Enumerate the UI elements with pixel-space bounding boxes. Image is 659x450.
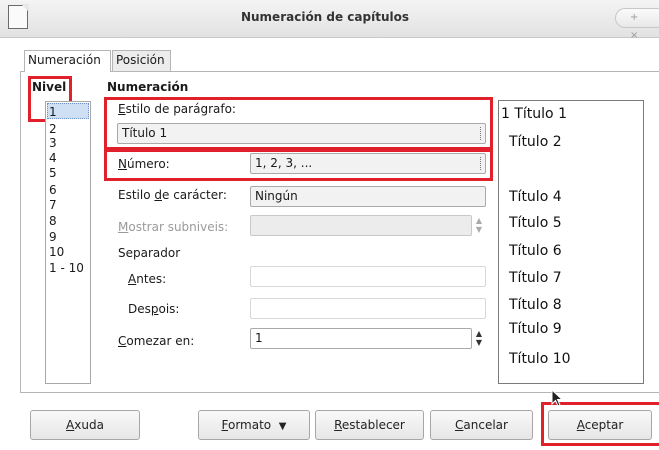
axuda-button[interactable]: Axuda <box>30 410 140 440</box>
nivel-listbox[interactable]: 1 2 3 4 5 6 7 8 9 10 1 - 10 <box>45 101 91 384</box>
comezar-en-spinfield[interactable]: 1 <box>250 328 472 349</box>
nivel-item-8[interactable]: 8 <box>49 215 57 227</box>
chevron-down-icon: ▼ <box>278 421 287 432</box>
spin-arrows-icon[interactable]: ▲ ▼ <box>475 329 483 349</box>
highlight-estilo-paragrafo <box>104 97 493 150</box>
despois-label: Despois: <box>128 302 180 316</box>
nivel-item-9[interactable]: 9 <box>49 231 57 243</box>
mostrar-subniveis-spinfield <box>250 215 472 236</box>
nivel-item-2[interactable]: 2 <box>49 123 57 135</box>
separador-label: Separador <box>118 246 181 260</box>
numeracion-heading: Numeración <box>107 80 189 94</box>
formato-button[interactable]: Formato ▼ <box>198 410 310 440</box>
nivel-item-7[interactable]: 7 <box>49 199 57 211</box>
preview-line: Título 6 <box>509 243 562 259</box>
antes-label: Antes: <box>128 272 167 286</box>
tab-posicion[interactable]: Posición <box>112 50 171 71</box>
highlight-aceptar <box>541 402 659 446</box>
preview-line: Título 8 <box>509 297 562 313</box>
preview-line: Título 2 <box>509 134 562 150</box>
nivel-item-3[interactable]: 3 <box>49 137 57 149</box>
cancelar-button[interactable]: Cancelar <box>430 410 533 440</box>
mouse-cursor-icon <box>551 389 564 407</box>
nivel-item-all[interactable]: 1 - 10 <box>49 262 84 274</box>
nivel-item-6[interactable]: 6 <box>49 184 57 196</box>
comezar-en-label: Comezar en: <box>118 334 195 348</box>
highlight-numero <box>104 149 493 181</box>
nivel-item-10[interactable]: 10 <box>49 246 64 258</box>
estilo-caracter-label: Estilo de carácter: <box>118 188 227 202</box>
tab-numeracion[interactable]: Numeración <box>24 50 111 72</box>
preview-line: Título 4 <box>509 189 562 205</box>
preview-line: 1 Título 1 <box>501 106 567 122</box>
mostrar-subniveis-label: Mostrar subniveis: <box>118 220 229 234</box>
nivel-item-1[interactable]: 1 <box>49 106 57 118</box>
preview-line: Título 7 <box>509 270 562 286</box>
nivel-item-4[interactable]: 4 <box>49 152 57 164</box>
dialog-title: Numeración de capítulos <box>240 10 410 24</box>
preview-line: Título 9 <box>509 321 562 337</box>
preview-line: Título 5 <box>509 215 562 231</box>
nivel-item-5[interactable]: 5 <box>49 167 57 179</box>
antes-input[interactable] <box>250 266 486 287</box>
spin-arrows-icon: ▲ ▼ <box>475 216 483 234</box>
window-controls-button[interactable]: + × <box>615 8 659 41</box>
document-icon <box>8 4 29 29</box>
restablecer-button[interactable]: Restablecer <box>315 410 424 440</box>
numbering-preview: 1 Título 1 Título 2 Título 4 Título 5 Tí… <box>498 100 644 384</box>
despois-input[interactable] <box>250 298 486 319</box>
estilo-caracter-dropdown[interactable]: Ningún <box>250 186 486 207</box>
preview-line: Título 10 <box>509 351 571 367</box>
